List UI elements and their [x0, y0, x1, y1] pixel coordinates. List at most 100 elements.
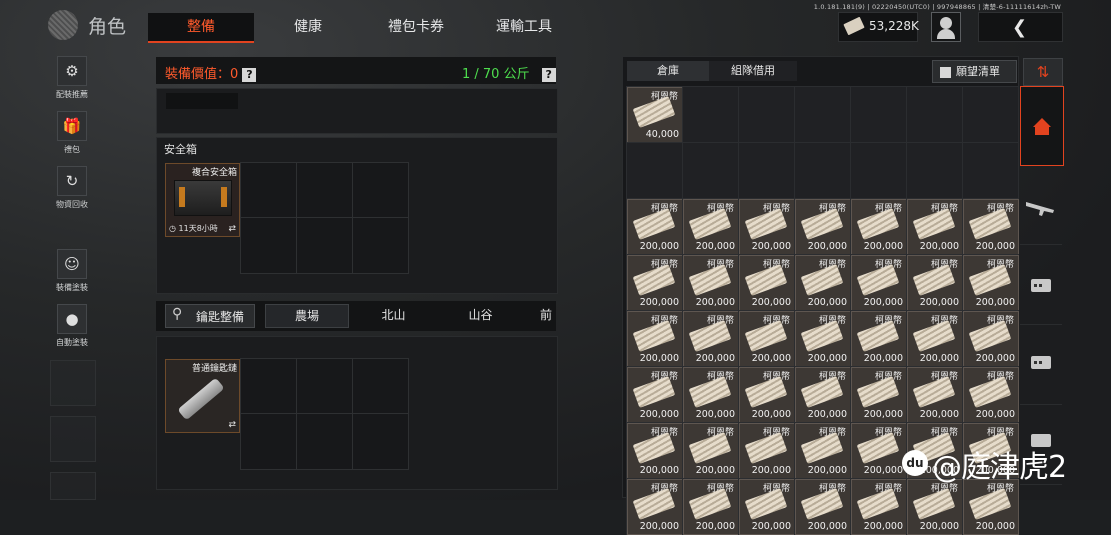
currency-item[interactable]: 柯恩幣200,000 — [963, 367, 1019, 423]
safe-box-item[interactable]: 複合安全箱 ◷ 11天8小時 ⇄ — [165, 163, 240, 237]
nav-auto-skin[interactable]: ● 自動塗裝 — [48, 304, 96, 348]
grid-cell[interactable] — [240, 162, 297, 219]
grid-cell[interactable] — [352, 217, 409, 274]
grid-cell[interactable] — [794, 142, 851, 199]
location-tab-north-hill[interactable]: 北山 — [351, 304, 436, 326]
location-tab-farm[interactable]: 農場 — [265, 304, 349, 328]
nav-equipment-skin[interactable]: ☺ 裝備塗裝 — [48, 249, 96, 293]
tab-warehouse[interactable]: 倉庫 — [627, 61, 709, 81]
grid-cell[interactable] — [962, 86, 1019, 143]
grid-cell[interactable] — [738, 86, 795, 143]
currency-item[interactable]: 柯恩幣200,000 — [851, 423, 907, 479]
currency-item[interactable]: 柯恩幣200,000 — [739, 367, 795, 423]
currency-item[interactable]: 柯恩幣200,000 — [963, 199, 1019, 255]
nav-gift[interactable]: 🎁 禮包 — [48, 111, 96, 155]
currency-item[interactable]: 柯恩幣200,000 — [739, 199, 795, 255]
back-button[interactable]: ❮ — [978, 12, 1063, 42]
currency-item[interactable]: 柯恩幣200,000 — [627, 367, 683, 423]
currency-item[interactable]: 柯恩幣200,000 — [795, 423, 851, 479]
currency-item[interactable]: 柯恩幣40,000 — [627, 87, 683, 143]
currency-item[interactable]: 柯恩幣200,000 — [683, 255, 739, 311]
currency-item[interactable]: 柯恩幣200,000 — [739, 479, 795, 535]
key-chain-item[interactable]: 普通鑰匙鏈 ⇄ — [165, 359, 240, 433]
grid-cell[interactable] — [352, 413, 409, 470]
location-tab-more[interactable]: 前 — [536, 304, 556, 326]
tab-health[interactable]: 健康 — [258, 13, 358, 41]
currency-item[interactable]: 柯恩幣200,000 — [907, 311, 963, 367]
grid-cell[interactable] — [240, 217, 297, 274]
help-icon[interactable]: ? — [242, 67, 257, 82]
currency-item[interactable]: 柯恩幣200,000 — [627, 479, 683, 535]
cash-stack-icon — [968, 376, 1012, 408]
currency-item[interactable]: 柯恩幣200,000 — [627, 311, 683, 367]
grid-cell[interactable] — [296, 358, 353, 415]
currency-item[interactable]: 柯恩幣200,000 — [739, 255, 795, 311]
currency-item[interactable]: 柯恩幣200,000 — [795, 367, 851, 423]
grid-cell[interactable] — [626, 142, 683, 199]
currency-item[interactable]: 柯恩幣200,000 — [795, 311, 851, 367]
currency-item[interactable]: 柯恩幣200,000 — [795, 199, 851, 255]
currency-item[interactable]: 柯恩幣200,000 — [907, 479, 963, 535]
grid-cell[interactable] — [738, 142, 795, 199]
tab-maintenance[interactable]: 整備 — [148, 13, 254, 43]
currency-item[interactable]: 柯恩幣200,000 — [627, 199, 683, 255]
category-home[interactable] — [1020, 86, 1064, 166]
currency-item[interactable]: 柯恩幣200,000 — [627, 255, 683, 311]
category-weapons[interactable] — [1020, 166, 1062, 245]
currency-item[interactable]: 柯恩幣200,000 — [851, 311, 907, 367]
grid-cell[interactable] — [296, 413, 353, 470]
key-prep-button[interactable]: ⚲ 鑰匙整備 — [165, 304, 255, 328]
sort-icon[interactable]: ⇅ — [1023, 58, 1063, 86]
currency-item[interactable]: 柯恩幣200,000 — [795, 479, 851, 535]
category-ammo-2[interactable] — [1020, 326, 1062, 405]
grid-cell[interactable] — [906, 86, 963, 143]
grid-cell[interactable] — [850, 86, 907, 143]
tab-gift-cards[interactable]: 禮包卡券 — [366, 13, 466, 41]
grid-cell[interactable] — [240, 358, 297, 415]
grid-cell[interactable] — [850, 142, 907, 199]
cash-stack-icon — [744, 208, 788, 240]
wishlist-button[interactable]: 願望清單 — [932, 60, 1017, 83]
currency-item[interactable]: 柯恩幣200,000 — [907, 367, 963, 423]
currency-item[interactable]: 柯恩幣200,000 — [683, 479, 739, 535]
grid-cell[interactable] — [962, 142, 1019, 199]
currency-item[interactable]: 柯恩幣200,000 — [851, 199, 907, 255]
nav-label: 物資回收 — [56, 200, 88, 209]
currency-item[interactable]: 柯恩幣200,000 — [963, 479, 1019, 535]
grid-cell[interactable] — [296, 217, 353, 274]
grid-cell[interactable] — [906, 142, 963, 199]
category-ammo[interactable] — [1020, 246, 1062, 325]
avatar[interactable] — [931, 12, 961, 42]
grid-cell[interactable] — [352, 162, 409, 219]
currency-item[interactable]: 柯恩幣200,000 — [627, 423, 683, 479]
currency-item[interactable]: 柯恩幣200,000 — [739, 423, 795, 479]
nav-recycle[interactable]: ↻ 物資回收 — [48, 166, 96, 210]
grid-cell[interactable] — [352, 358, 409, 415]
currency-item[interactable]: 柯恩幣200,000 — [851, 367, 907, 423]
currency-item[interactable]: 柯恩幣200,000 — [683, 367, 739, 423]
currency-item[interactable]: 柯恩幣200,000 — [851, 479, 907, 535]
tab-team-borrow[interactable]: 組隊借用 — [709, 61, 797, 81]
swap-icon[interactable]: ⇄ — [228, 420, 236, 430]
currency-item[interactable]: 柯恩幣200,000 — [683, 199, 739, 255]
nav-loadout-recommend[interactable]: ⚙ 配裝推薦 — [48, 56, 96, 100]
currency-item[interactable]: 柯恩幣200,000 — [683, 423, 739, 479]
swap-icon[interactable]: ⇄ — [228, 224, 236, 234]
tab-vehicles[interactable]: 運輸工具 — [474, 13, 574, 41]
help-icon[interactable]: ? — [541, 67, 556, 82]
grid-cell[interactable] — [794, 86, 851, 143]
grid-cell[interactable] — [240, 413, 297, 470]
currency-item[interactable]: 柯恩幣200,000 — [795, 255, 851, 311]
currency-item[interactable]: 柯恩幣200,000 — [963, 311, 1019, 367]
location-tab-valley[interactable]: 山谷 — [438, 304, 523, 326]
currency-display[interactable]: 53,228K — [838, 12, 919, 42]
currency-item[interactable]: 柯恩幣200,000 — [739, 311, 795, 367]
grid-cell[interactable] — [296, 162, 353, 219]
currency-item[interactable]: 柯恩幣200,000 — [851, 255, 907, 311]
currency-item[interactable]: 柯恩幣200,000 — [683, 311, 739, 367]
currency-item[interactable]: 柯恩幣200,000 — [963, 255, 1019, 311]
grid-cell[interactable] — [682, 86, 739, 143]
grid-cell[interactable] — [682, 142, 739, 199]
currency-item[interactable]: 柯恩幣200,000 — [907, 255, 963, 311]
currency-item[interactable]: 柯恩幣200,000 — [907, 199, 963, 255]
